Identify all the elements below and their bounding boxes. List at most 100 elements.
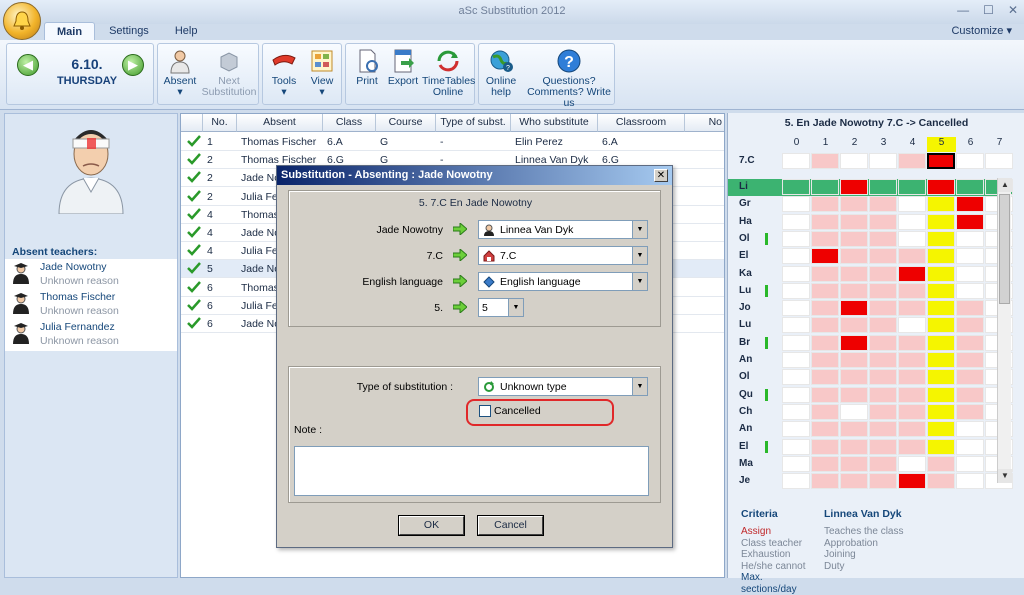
previous-day-button[interactable]: ◀ <box>17 54 39 76</box>
timetable-cell[interactable] <box>840 334 868 351</box>
substitute-teacher-select[interactable]: Linnea Van Dyk ▼ <box>478 220 648 239</box>
timetable-cell[interactable] <box>811 317 839 334</box>
timetable-cell[interactable] <box>956 352 984 368</box>
timetable-cell[interactable] <box>840 386 868 403</box>
timetable-cell[interactable] <box>956 282 984 299</box>
timetable-cell[interactable] <box>869 196 897 213</box>
timetable-cell[interactable] <box>956 438 984 455</box>
view-button[interactable]: View ▾ <box>305 48 339 98</box>
column-header-absent[interactable]: Absent <box>237 114 323 132</box>
dropdown-arrow-icon[interactable]: ▼ <box>508 299 523 316</box>
timetable-cell[interactable] <box>782 179 810 195</box>
timetable-cell[interactable] <box>927 196 955 213</box>
timetable-cell[interactable] <box>898 265 926 282</box>
tab-main[interactable]: Main <box>44 22 96 40</box>
timetable-cell[interactable] <box>956 196 984 213</box>
timetable-cell[interactable] <box>898 386 926 403</box>
timetable-cell[interactable] <box>840 455 868 472</box>
timetable-cell[interactable] <box>869 421 897 438</box>
dropdown-arrow-icon[interactable]: ▼ <box>632 247 647 264</box>
timetable-cell[interactable] <box>927 230 955 247</box>
tools-button[interactable]: Tools ▾ <box>267 48 301 98</box>
teacher-timetable-row[interactable]: Gr <box>728 196 1013 213</box>
timetable-cell[interactable] <box>782 265 810 282</box>
timetable-cell[interactable] <box>840 230 868 247</box>
teacher-timetable-row[interactable]: Jo <box>728 300 1013 317</box>
column-header-classroom[interactable]: Classroom <box>598 114 685 132</box>
export-button[interactable]: Export <box>384 48 422 87</box>
timetable-cell[interactable] <box>840 179 868 195</box>
timetable-cell[interactable] <box>956 230 984 247</box>
teacher-timetable-row[interactable]: El <box>728 438 1013 456</box>
timetable-cell[interactable] <box>869 403 897 420</box>
next-substitution-button[interactable]: Next Substitution <box>200 48 258 98</box>
timetable-cell[interactable] <box>782 421 810 438</box>
timetable-cell[interactable] <box>927 403 955 420</box>
timetable-cell[interactable] <box>927 179 955 195</box>
timetable-cell[interactable] <box>840 300 868 317</box>
timetable-cell[interactable] <box>869 334 897 351</box>
timetable-cell[interactable] <box>898 334 926 351</box>
timetable-cell[interactable] <box>782 403 810 420</box>
timetable-cell[interactable] <box>927 265 955 282</box>
cancelled-checkbox[interactable] <box>479 405 491 417</box>
timetable-cell[interactable] <box>927 352 955 368</box>
substitution-type-select[interactable]: Unknown type ▼ <box>478 377 648 396</box>
timetable-cell[interactable] <box>927 386 955 403</box>
column-header-course[interactable]: Course <box>376 114 436 132</box>
timetable-cell[interactable] <box>782 369 810 386</box>
timetable-cell[interactable] <box>840 153 868 169</box>
absent-teacher-item[interactable]: Thomas Fischer Unknown reason <box>5 289 177 319</box>
timetable-cell[interactable] <box>869 455 897 472</box>
teacher-timetable-row[interactable]: Ha <box>728 213 1013 231</box>
timetable-cell[interactable] <box>782 473 810 490</box>
timetable-cell[interactable] <box>956 248 984 265</box>
timetable-cell[interactable] <box>898 282 926 299</box>
timetable-cell[interactable] <box>782 248 810 265</box>
timetable-cell[interactable] <box>956 386 984 403</box>
next-day-button[interactable]: ▶ <box>122 54 144 76</box>
timetable-cell[interactable] <box>927 300 955 317</box>
timetable-cell[interactable] <box>869 248 897 265</box>
teacher-timetable-row[interactable]: Je <box>728 473 1013 490</box>
timetable-cell[interactable] <box>898 438 926 455</box>
timetable-cell[interactable] <box>782 334 810 351</box>
online-help-button[interactable]: ? Online help <box>481 48 521 98</box>
timetable-cell[interactable] <box>927 282 955 299</box>
timetable-cell[interactable] <box>898 213 926 230</box>
questions-button[interactable]: ? Questions? Comments? Write us <box>523 48 615 109</box>
timetable-cell[interactable] <box>956 179 984 195</box>
scrollbar-thumb[interactable] <box>999 194 1010 304</box>
timetable-cell[interactable] <box>811 386 839 403</box>
timetable-cell[interactable] <box>782 196 810 213</box>
timetable-cell[interactable] <box>811 300 839 317</box>
timetable-cell[interactable] <box>869 153 897 169</box>
timetable-cell[interactable] <box>782 230 810 247</box>
timetable-cell[interactable] <box>782 153 810 169</box>
maximize-icon[interactable]: ☐ <box>983 3 994 17</box>
timetable-cell[interactable] <box>927 438 955 455</box>
timetable-cell[interactable] <box>782 317 810 334</box>
timetable-cell[interactable] <box>927 213 955 230</box>
dropdown-arrow-icon[interactable]: ▼ <box>632 378 647 395</box>
timetable-cell[interactable] <box>869 282 897 299</box>
teacher-timetable-row[interactable]: Lu <box>728 282 1013 300</box>
teacher-timetable-row[interactable]: Qu <box>728 386 1013 404</box>
timetable-cell[interactable] <box>840 369 868 386</box>
timetable-scrollbar[interactable]: ▲ ▼ <box>997 178 1012 483</box>
timetable-cell[interactable] <box>956 421 984 438</box>
table-row[interactable]: 1 Thomas Fischer 6.A G - Elin Perez 6.A <box>181 133 724 151</box>
timetable-cell[interactable] <box>898 473 926 490</box>
timetable-cell[interactable] <box>956 265 984 282</box>
timetable-cell[interactable] <box>956 334 984 351</box>
teacher-timetable-row[interactable]: Ol <box>728 230 1013 248</box>
timetable-cell[interactable] <box>840 473 868 490</box>
column-header-type[interactable]: Type of subst. <box>436 114 511 132</box>
timetable-cell[interactable] <box>811 230 839 247</box>
print-button[interactable]: Print <box>350 48 384 87</box>
column-header-who[interactable]: Who substitute <box>511 114 598 132</box>
timetable-cell[interactable] <box>869 386 897 403</box>
timetable-cell[interactable] <box>869 230 897 247</box>
timetable-cell[interactable] <box>898 403 926 420</box>
timetable-cell[interactable] <box>956 317 984 334</box>
